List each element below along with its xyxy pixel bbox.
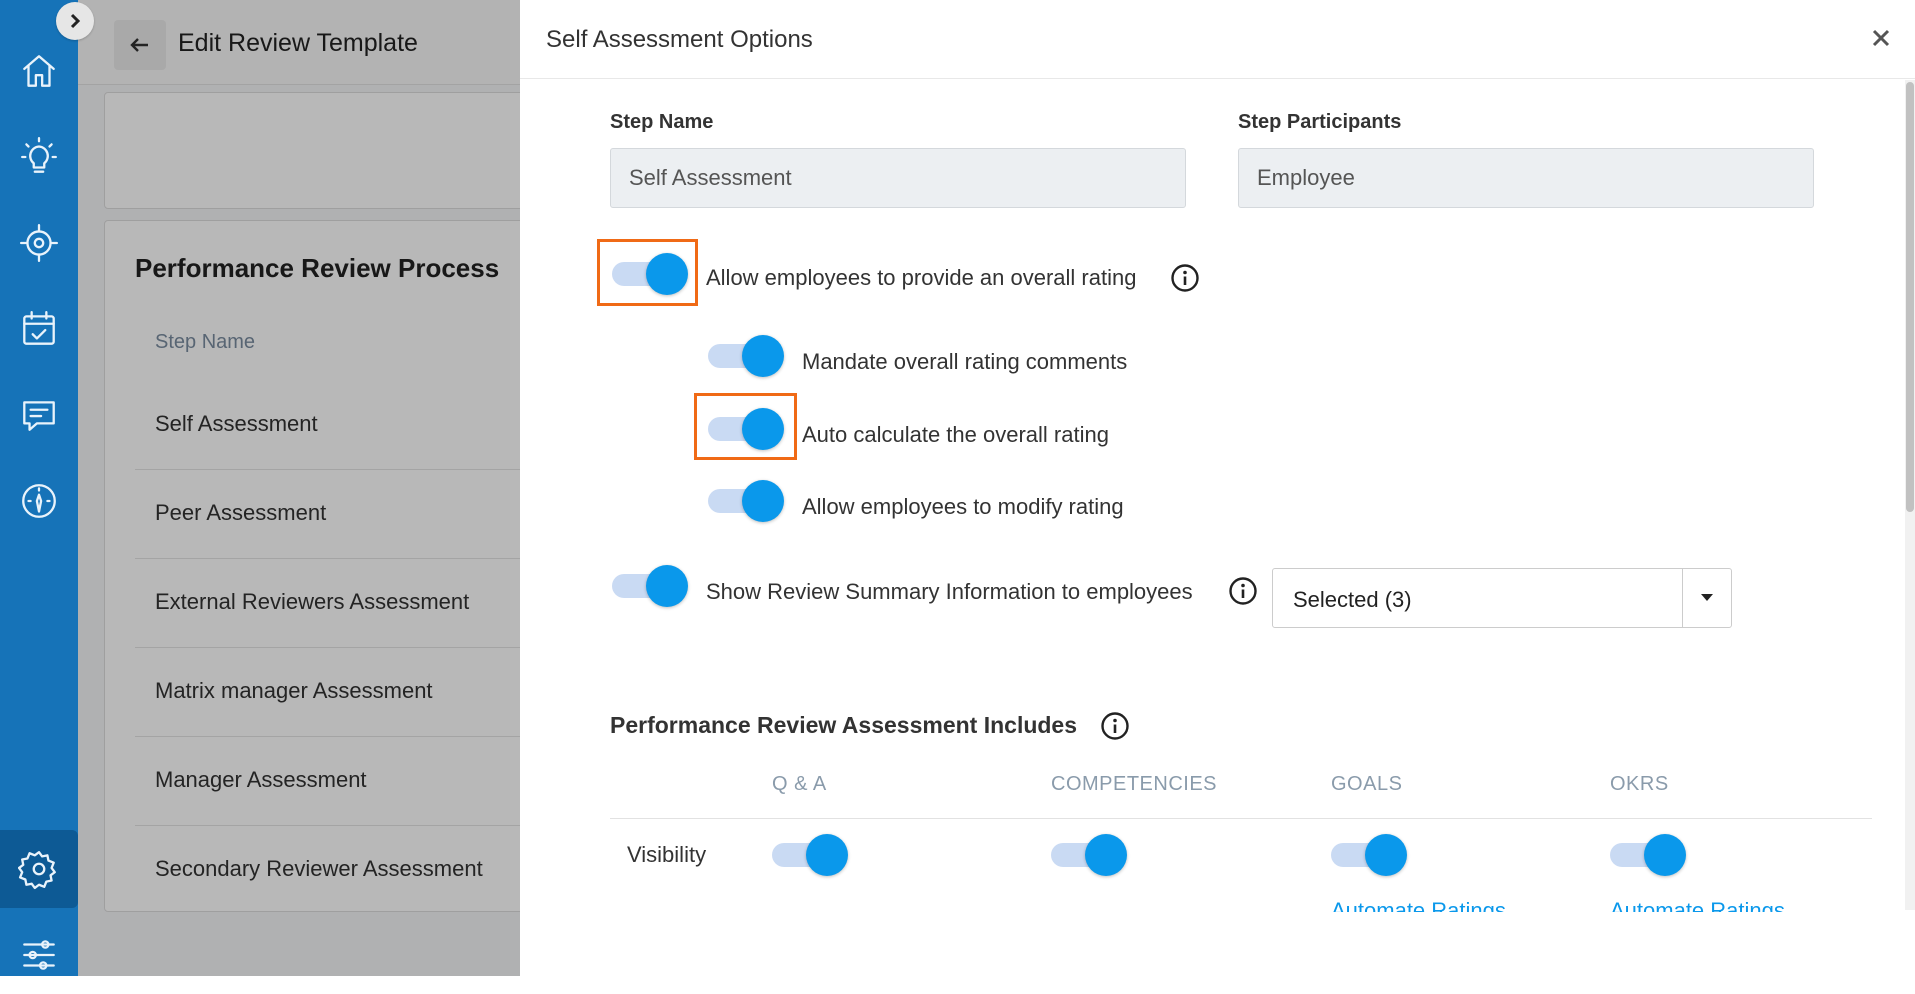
auto-calculate-label: Auto calculate the overall rating — [802, 422, 1109, 447]
overall-rating-info-icon[interactable] — [1170, 263, 1200, 293]
show-summary-label: Show Review Summary Information to emplo… — [706, 579, 1193, 604]
modal-backdrop[interactable] — [78, 0, 520, 976]
nav-goals[interactable] — [0, 204, 78, 282]
nav-ideas[interactable] — [0, 118, 78, 196]
show-summary-info-icon[interactable] — [1228, 576, 1258, 606]
chevron-right-icon — [70, 13, 81, 29]
step-name-label: Step Name — [610, 111, 714, 133]
gear-icon — [18, 851, 56, 890]
nav-preferences[interactable] — [0, 916, 78, 994]
dropdown-separator — [1682, 569, 1683, 627]
nav-home[interactable] — [0, 32, 78, 110]
close-button[interactable] — [1871, 28, 1891, 48]
panel-header: Self Assessment Options — [520, 0, 1915, 79]
scrollbar-thumb[interactable] — [1906, 82, 1914, 512]
goals-visibility-toggle[interactable] — [1329, 831, 1409, 877]
column-okrs: OKRS — [1610, 773, 1669, 795]
panel-title: Self Assessment Options — [546, 26, 813, 53]
nav-feedback[interactable] — [0, 376, 78, 454]
caret-down-icon — [1701, 594, 1713, 601]
calendar-check-icon — [23, 311, 55, 345]
competencies-visibility-toggle[interactable] — [1049, 831, 1129, 877]
step-participants-field[interactable]: Employee — [1238, 148, 1814, 208]
step-name-field[interactable]: Self Assessment — [610, 148, 1186, 208]
visibility-label: Visibility — [627, 842, 707, 867]
sliders-icon — [23, 940, 55, 970]
nav-tasks[interactable] — [0, 290, 78, 368]
column-competencies: COMPETENCIES — [1051, 773, 1218, 795]
column-qa: Q & A — [772, 773, 827, 795]
mandate-comments-toggle[interactable] — [706, 332, 786, 378]
summary-dropdown[interactable]: Selected (3) — [1272, 568, 1732, 628]
close-icon — [1872, 29, 1890, 47]
mandate-comments-label: Mandate overall rating comments — [802, 349, 1128, 374]
target-icon — [19, 223, 59, 263]
nav-settings[interactable] — [0, 830, 78, 908]
comment-icon — [23, 401, 55, 431]
overall-rating-label: Allow employees to provide an overall ra… — [706, 265, 1137, 290]
includes-section-title: Performance Review Assessment Includes — [610, 712, 1078, 738]
home-icon — [23, 55, 55, 87]
includes-info-icon[interactable] — [1100, 711, 1130, 741]
nav-rail — [0, 0, 78, 976]
panel-footer — [520, 912, 1915, 976]
table-divider — [610, 818, 1872, 819]
modify-rating-toggle[interactable] — [706, 477, 786, 523]
step-participants-label: Step Participants — [1238, 111, 1402, 133]
overall-rating-toggle[interactable] — [610, 250, 690, 296]
goals-automate-ratings-link[interactable]: Automate Ratings — [1331, 898, 1506, 912]
expand-nav-button[interactable] — [56, 2, 94, 40]
qa-visibility-toggle[interactable] — [770, 831, 850, 877]
lightbulb-icon — [21, 136, 57, 173]
summary-dropdown-value: Selected (3) — [1293, 587, 1412, 612]
okrs-automate-ratings-link[interactable]: Automate Ratings — [1610, 898, 1785, 912]
auto-calculate-toggle[interactable] — [706, 405, 786, 451]
modify-rating-label: Allow employees to modify rating — [802, 494, 1124, 519]
gauge-icon — [22, 484, 56, 518]
show-summary-toggle[interactable] — [610, 562, 690, 608]
okrs-visibility-toggle[interactable] — [1608, 831, 1688, 877]
column-goals: GOALS — [1331, 773, 1403, 795]
nav-performance[interactable] — [0, 462, 78, 540]
